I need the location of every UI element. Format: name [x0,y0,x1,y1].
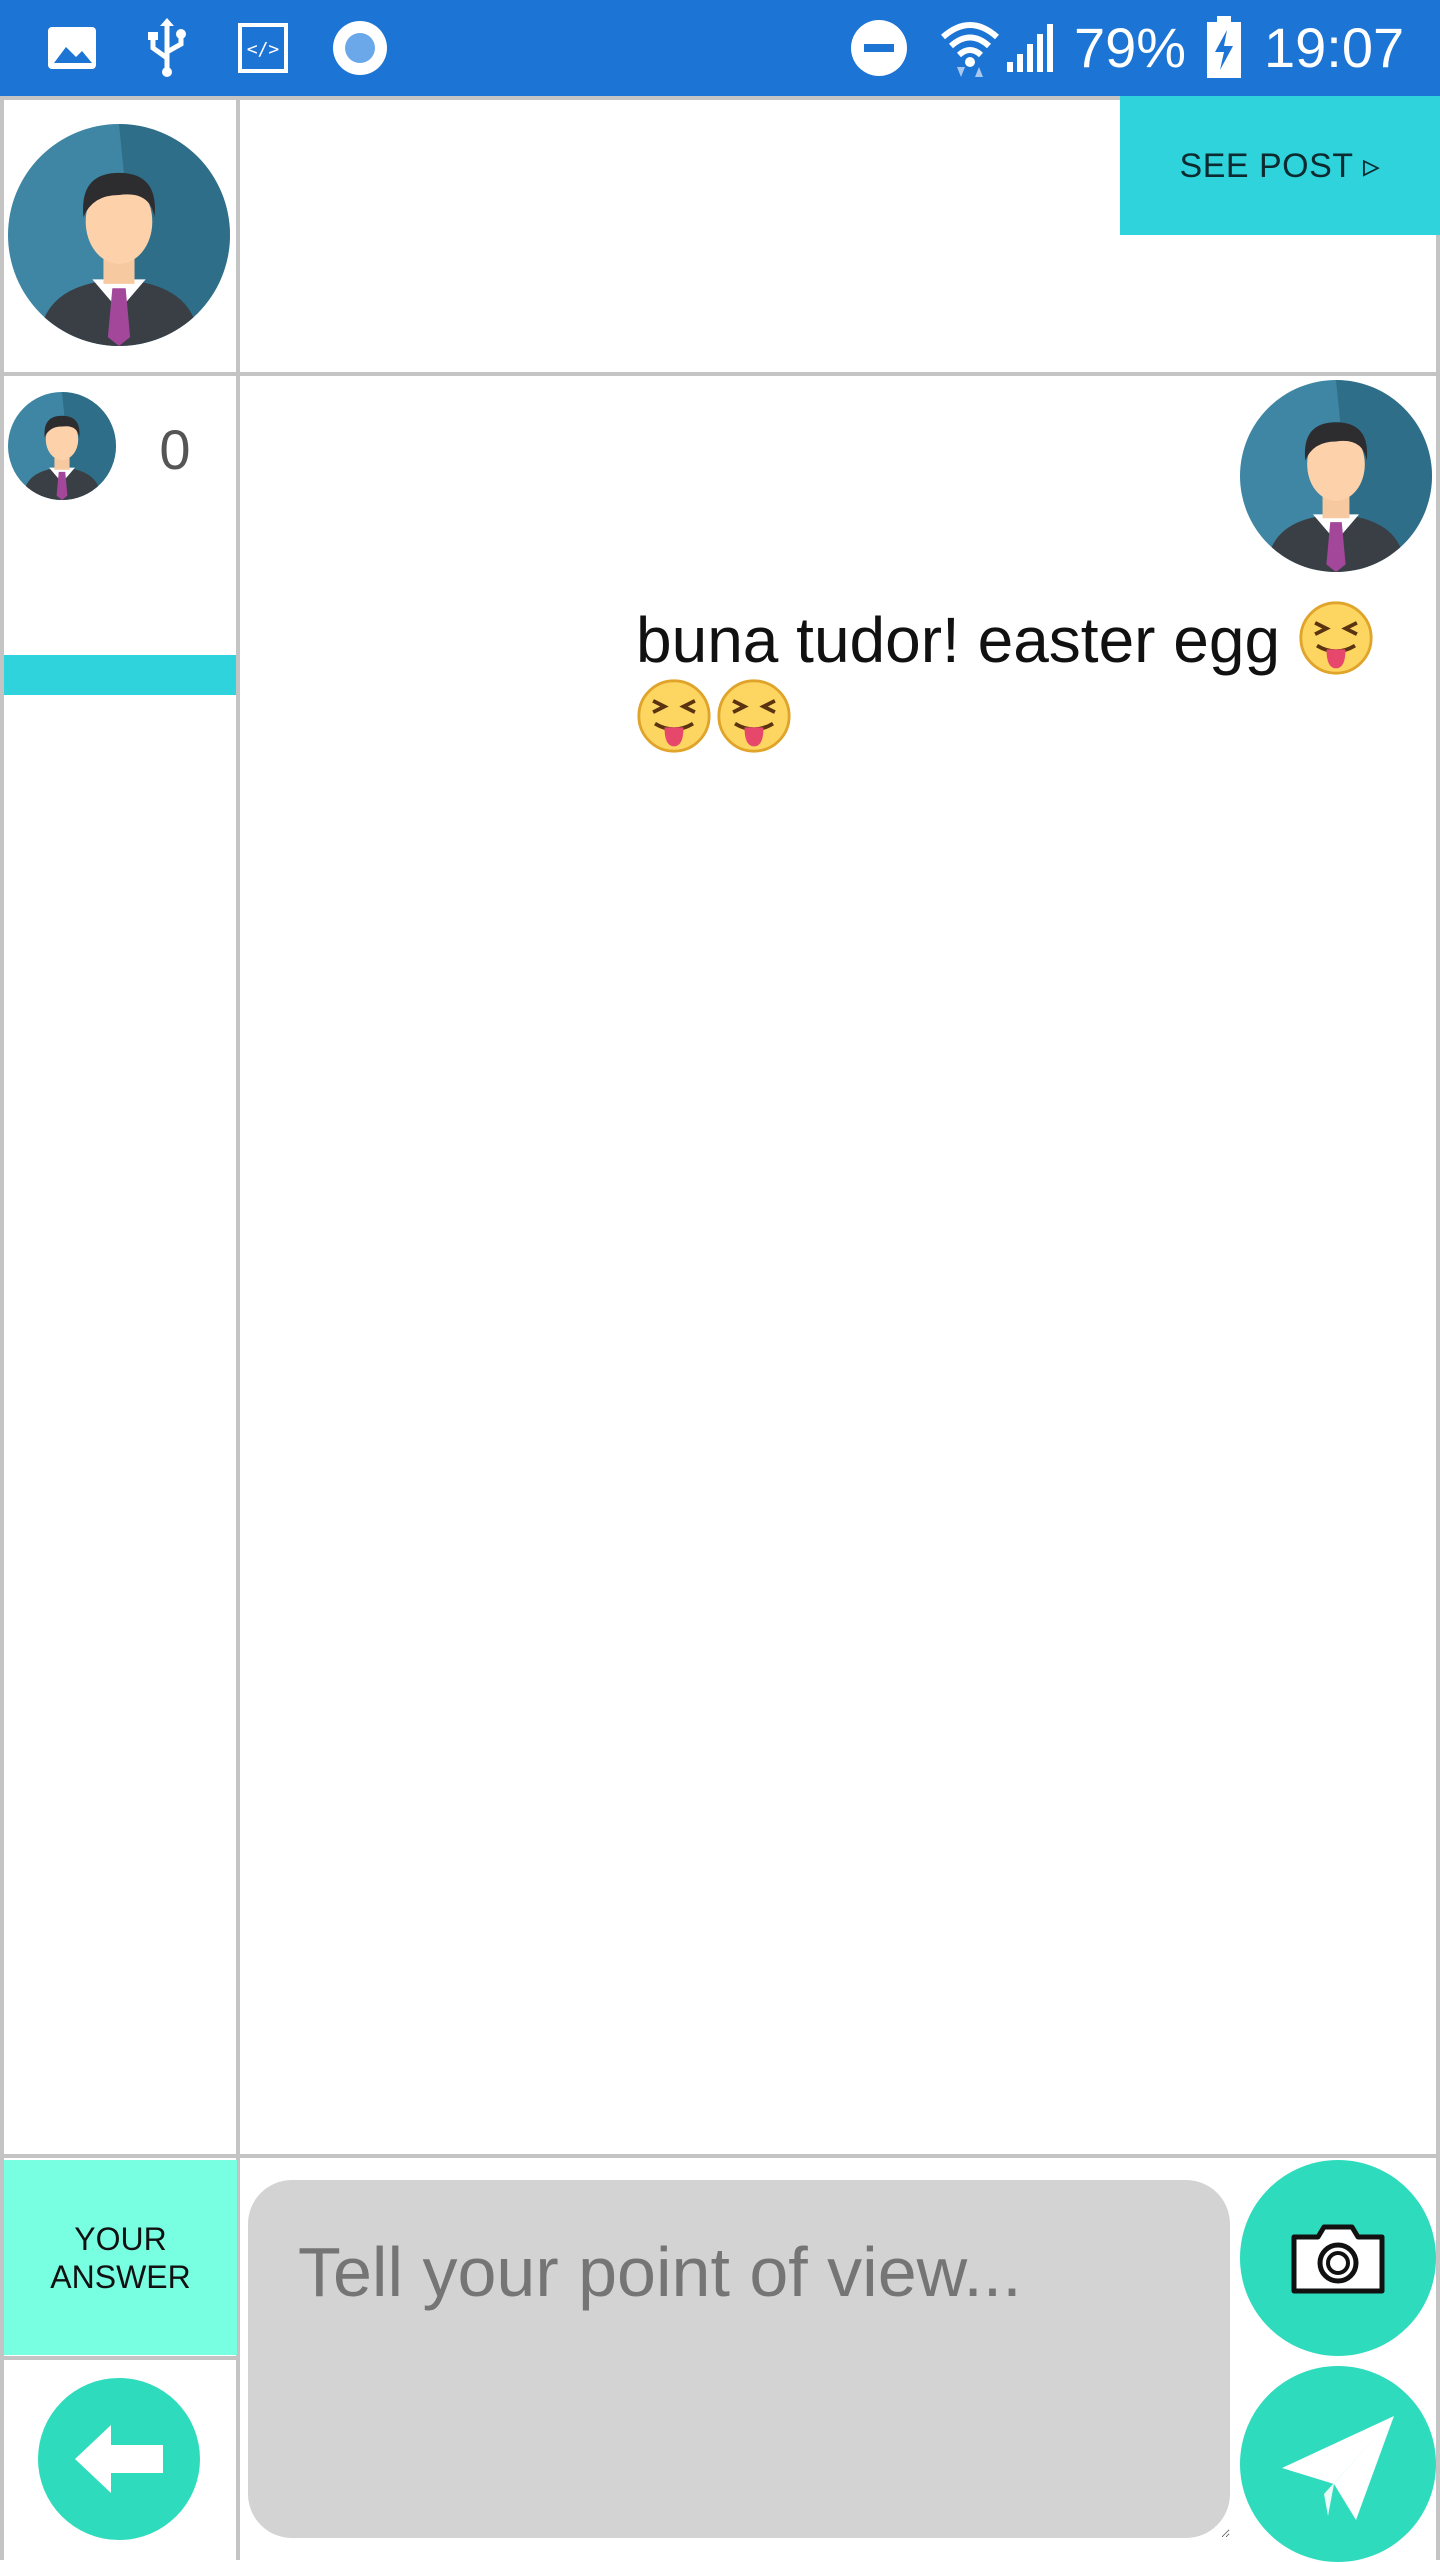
message-text: buna tudor! easter egg [636,604,1281,676]
see-post-button[interactable]: SEE POST ▹ [1120,96,1440,235]
signal-icon [1004,0,1056,96]
camera-icon [1291,2224,1385,2294]
status-bar: </> 79% 19:07 [0,0,1440,96]
send-icon [1282,2416,1394,2520]
send-button[interactable] [1240,2366,1436,2562]
usb-icon [142,0,192,96]
your-answer-line2: ANSWER [50,2258,191,2295]
progress-fill [4,655,236,695]
do-not-disturb-icon [848,0,910,96]
battery-percent: 79% [1074,16,1187,79]
your-answer-line1: YOUR [74,2220,167,2257]
svg-text:</>: </> [247,39,280,60]
back-button[interactable] [38,2378,200,2540]
battery-charging-icon [1204,0,1244,96]
tongue-emoji-icon [717,679,791,753]
message-bubble: buna tudor! easter egg [636,600,1396,756]
image-icon [44,0,100,96]
progress-bar [4,655,236,695]
right-border [1436,96,1440,2560]
composer-divider [0,2154,1440,2158]
viewer-avatar[interactable] [8,392,116,500]
your-answer-tab[interactable]: YOUR ANSWER [4,2160,237,2355]
wifi-icon [938,0,1002,96]
header-divider [0,372,1440,376]
record-icon [330,0,390,96]
message-author-avatar[interactable] [1240,380,1432,572]
tongue-emoji-icon [637,679,711,753]
camera-button[interactable] [1240,2160,1436,2356]
reply-count: 0 [159,418,191,481]
answer-input[interactable] [248,2180,1230,2538]
answer-divider [0,2356,240,2360]
post-author-avatar[interactable] [8,124,230,346]
code-icon: </> [236,0,290,96]
tongue-emoji-icon [1299,601,1373,675]
arrow-left-icon [75,2425,163,2493]
clock: 19:07 [1264,16,1405,79]
